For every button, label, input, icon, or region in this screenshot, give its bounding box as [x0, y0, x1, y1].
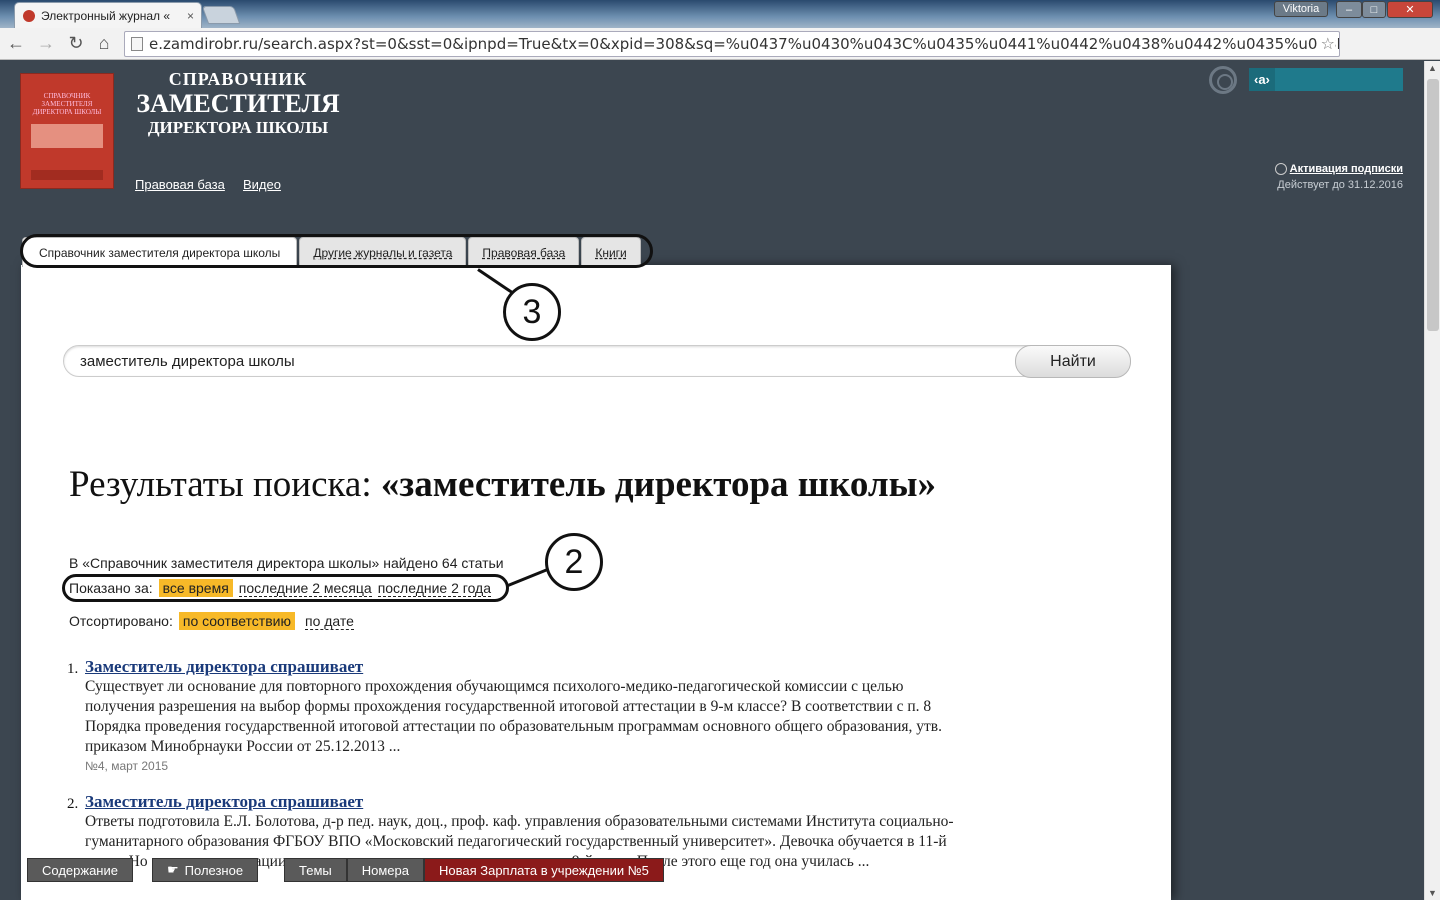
close-window-button[interactable]: ✕ — [1387, 1, 1433, 18]
bottom-nav: Темы Номера Новая Зарплата в учреждении … — [284, 858, 664, 882]
sort-by-date[interactable]: по дате — [304, 613, 354, 630]
cover-footer — [31, 170, 103, 180]
tab-label: Книги — [595, 245, 627, 260]
activation-link[interactable]: Активация подписки — [1290, 163, 1403, 175]
logo-line-1: СПРАВОЧНИК — [168, 69, 308, 89]
result-issue: №4, март 2015 — [85, 759, 169, 773]
period-last-2-months[interactable]: последние 2 месяца — [238, 580, 372, 597]
list-item: 1. Заместитель директора спрашивает Суще… — [67, 657, 959, 773]
browser-tab[interactable]: Электронный журнал « × — [14, 2, 202, 28]
forward-arrow-icon[interactable]: → — [36, 34, 56, 52]
search-box: Найти — [63, 345, 1131, 378]
favicon-icon — [23, 9, 35, 22]
tab-label: Другие журналы и газета — [313, 245, 453, 260]
sort-filter: Отсортировано: по соответствию по дате — [69, 612, 354, 630]
site-logo[interactable]: СПРАВОЧНИК ЗАМЕСТИТЕЛЯ ДИРЕКТОРА ШКОЛЫ — [132, 69, 344, 138]
main-content: Найти Результаты поиска: «заместитель ди… — [21, 265, 1171, 900]
tab-other-journals[interactable]: Другие журналы и газета — [299, 237, 467, 267]
period-last-2-years[interactable]: последние 2 года — [377, 580, 492, 597]
browser-tab-title: Электронный журнал « — [41, 8, 171, 23]
scroll-up-icon[interactable]: ▲ — [1428, 63, 1437, 73]
result-number: 2. — [67, 796, 79, 812]
publication-tabs: Справочник заместителя директора школы Д… — [22, 235, 643, 267]
at-icon: ‹a› — [1249, 68, 1275, 91]
tab-books[interactable]: Книги — [581, 237, 641, 267]
search-input[interactable] — [80, 346, 980, 376]
bottom-nav: Содержание — [27, 858, 133, 882]
bottom-issues-button[interactable]: Номера — [346, 858, 424, 882]
bottom-contents-button[interactable]: Содержание — [27, 858, 133, 882]
bottom-nav: ☛ Полезное — [152, 858, 259, 882]
results-count: В «Справочник заместителя директора школ… — [69, 555, 504, 571]
period-filter: Показано за: все время последние 2 месяц… — [69, 579, 492, 597]
bookmark-star-icon[interactable]: ☆ — [1317, 32, 1335, 56]
address-toolbar: ← → ↻ ⌂ e.zamdirobr.ru/search.aspx?st=0&… — [0, 28, 1440, 82]
close-tab-icon[interactable]: × — [187, 9, 194, 23]
period-filter-label: Показано за: — [69, 580, 153, 596]
tab-legal-base[interactable]: Правовая база — [468, 237, 580, 267]
sort-relevance[interactable]: по соответствию — [178, 612, 295, 630]
logo-line-3: ДИРЕКТОРА ШКОЛЫ — [147, 118, 329, 137]
result-number: 1. — [67, 661, 79, 677]
results-title-query: «заместитель директора школы» — [380, 464, 937, 505]
logo-line-2: ЗАМЕСТИТЕЛЯ — [136, 89, 340, 118]
back-arrow-icon[interactable]: ← — [6, 34, 26, 52]
scrollbar-thumb[interactable] — [1427, 79, 1439, 331]
callout-badge-2: 2 — [545, 533, 603, 591]
home-icon[interactable]: ⌂ — [94, 34, 114, 52]
page-title: Результаты поиска: «заместитель директор… — [69, 465, 949, 505]
new-tab-button[interactable] — [201, 6, 241, 24]
maximize-button[interactable]: □ — [1362, 1, 1386, 18]
tab-zam-director[interactable]: Справочник заместителя директора школы — [22, 237, 298, 267]
mail-box[interactable]: ‹a› — [1249, 68, 1403, 91]
site-header: СПРАВОЧНИК ЗАМЕСТИТЕЛЯ ДИРЕКТОРА ШКОЛЫ С… — [0, 61, 1424, 206]
bottom-useful-button[interactable]: ☛ Полезное — [152, 858, 259, 882]
bottom-useful-label: Полезное — [184, 862, 244, 878]
header-nav-legal-base[interactable]: Правовая база — [135, 177, 225, 192]
tab-label: Справочник заместителя директора школы — [39, 245, 281, 260]
result-title-link[interactable]: Заместитель директора спрашивает — [85, 792, 959, 812]
url-bar[interactable]: e.zamdirobr.ru/search.aspx?st=0&sst=0&ip… — [124, 31, 1340, 57]
callout-badge-3: 3 — [503, 283, 561, 341]
url-text: e.zamdirobr.ru/search.aspx?st=0&sst=0&ip… — [149, 35, 1340, 53]
header-nav-video[interactable]: Видео — [243, 177, 281, 192]
bottom-new-issue-button[interactable]: Новая Зарплата в учреждении №5 — [423, 858, 664, 882]
tab-label: Правовая база — [482, 245, 566, 260]
subscription-info: Активация подписки Действует до 31.12.20… — [1274, 161, 1403, 193]
sort-label: Отсортировано: — [69, 613, 173, 629]
scroll-down-icon[interactable]: ▼ — [1428, 888, 1437, 898]
cover-title: СПРАВОЧНИК ЗАМЕСТИТЕЛЯ ДИРЕКТОРА ШКОЛЫ — [32, 92, 102, 116]
profile-user-badge[interactable]: Viktoria — [1274, 1, 1328, 17]
cover-illustration — [31, 124, 103, 148]
reload-icon[interactable]: ↻ — [66, 34, 86, 52]
period-all-time[interactable]: все время — [158, 579, 233, 597]
page-scrollbar[interactable]: ▲ ▼ — [1424, 61, 1440, 900]
page-icon — [131, 37, 143, 51]
minimize-button[interactable]: – — [1336, 1, 1362, 18]
subscription-valid-until: Действует до 31.12.2016 — [1277, 179, 1403, 191]
result-title-link[interactable]: Заместитель директора спрашивает — [85, 657, 959, 677]
bottom-topics-button[interactable]: Темы — [284, 858, 347, 882]
result-snippet: Существует ли основание для повторного п… — [85, 678, 942, 755]
lifebuoy-help-icon[interactable] — [1209, 66, 1237, 94]
magazine-cover-image[interactable]: СПРАВОЧНИК ЗАМЕСТИТЕЛЯ ДИРЕКТОРА ШКОЛЫ — [20, 73, 114, 189]
hand-pointer-icon: ☛ — [167, 862, 179, 877]
clock-icon — [1274, 163, 1287, 176]
results-title-prefix: Результаты поиска: — [69, 464, 381, 505]
search-button[interactable]: Найти — [1015, 345, 1131, 378]
